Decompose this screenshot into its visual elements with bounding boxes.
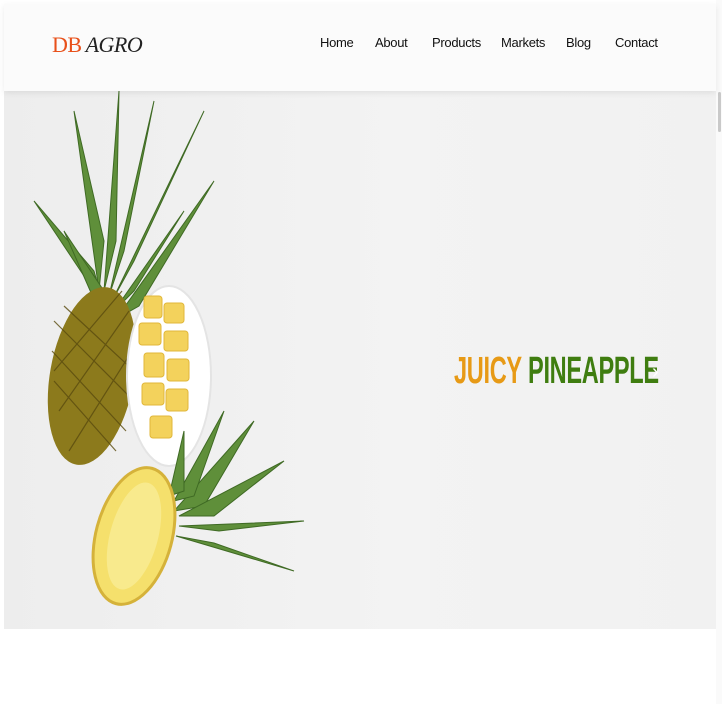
- scrollbar-thumb[interactable]: [718, 92, 721, 132]
- nav-about[interactable]: About: [375, 35, 408, 50]
- nav-contact[interactable]: Contact: [615, 35, 658, 50]
- nav-products[interactable]: Products: [432, 35, 481, 50]
- navbar: DB AGRO Home About Products Markets Blog …: [4, 4, 716, 91]
- scrollbar[interactable]: [716, 0, 722, 704]
- nav-markets[interactable]: Markets: [501, 35, 545, 50]
- hero-slider: JUICY PINEAPPLE ›: [4, 91, 716, 629]
- nav-blog[interactable]: Blog: [566, 35, 591, 50]
- pineapple-image: [33, 91, 305, 606]
- page: DB AGRO Home About Products Markets Blog …: [4, 4, 716, 704]
- hero-title: JUICY PINEAPPLE: [454, 350, 659, 393]
- main-nav: Home About Products Markets Blog Contact: [4, 4, 716, 91]
- hero-title-word1: JUICY: [454, 350, 522, 393]
- nav-home[interactable]: Home: [320, 35, 354, 50]
- chevron-right-icon[interactable]: ›: [652, 361, 659, 384]
- hero-title-word2: PINEAPPLE: [528, 350, 659, 393]
